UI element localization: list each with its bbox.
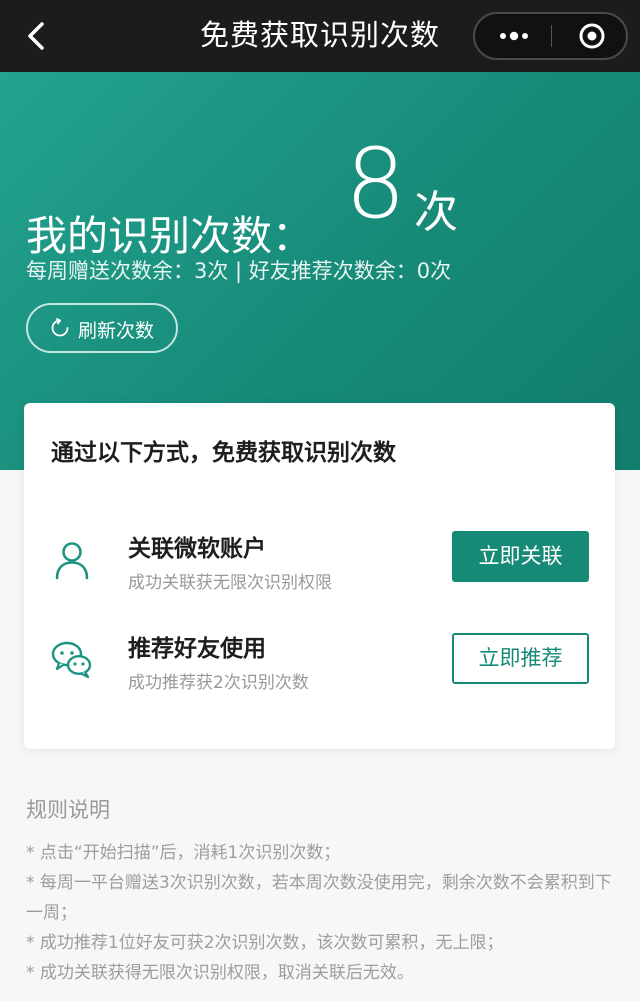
remaining-counts-text: 每周赠送次数余：3次 | 好友推荐次数余：0次 [26,259,452,283]
rule-item: * 每周一平台赠送3次识别次数，若本周次数没使用完，剩余次数不会累积到下一周； [26,873,612,923]
navigation-bar: 免费获取识别次数 [0,0,640,72]
method-name: 推荐好友使用 [128,636,266,662]
rule-item: * 成功关联获得无限次识别权限，取消关联后无效。 [26,963,414,983]
mini-program-capsule [473,12,628,60]
close-button[interactable] [552,14,626,58]
method-link-microsoft: 关联微软账户 成功关联获无限次识别权限 立即关联 [24,521,615,611]
user-icon [55,542,89,580]
refresh-icon [51,318,69,337]
rules-title: 规则说明 [26,798,110,822]
method-recommend-friend: 推荐好友使用 成功推荐获2次识别次数 立即推荐 [24,621,615,711]
more-dots-icon [500,31,528,41]
recommend-now-button[interactable]: 立即推荐 [452,633,589,684]
method-desc: 成功关联获无限次识别权限 [128,573,332,593]
rule-item: * 成功推荐1位好友可获2次识别次数，该次数可累积，无上限； [26,933,504,953]
count-label: 我的识别次数： [26,212,313,260]
count-value: 8 [345,128,407,240]
methods-card: 通过以下方式，免费获取识别次数 关联微软账户 成功关联获无限次识别权限 立即关联… [24,403,615,749]
target-close-icon [579,23,605,49]
link-now-button[interactable]: 立即关联 [452,531,589,582]
method-name: 关联微软账户 [128,536,266,562]
refresh-button[interactable]: 刷新次数 [26,303,178,353]
rules-list: * 点击“开始扫描”后，消耗1次识别次数； * 每周一平台赠送3次识别次数，若本… [26,838,618,988]
card-title: 通过以下方式，免费获取识别次数 [51,440,396,466]
refresh-label: 刷新次数 [78,320,155,342]
rule-item: * 点击“开始扫描”后，消耗1次识别次数； [26,843,341,863]
more-button[interactable] [475,14,551,58]
wechat-icon [51,641,92,679]
count-unit: 次 [414,187,458,238]
method-desc: 成功推荐获2次识别次数 [128,673,309,693]
